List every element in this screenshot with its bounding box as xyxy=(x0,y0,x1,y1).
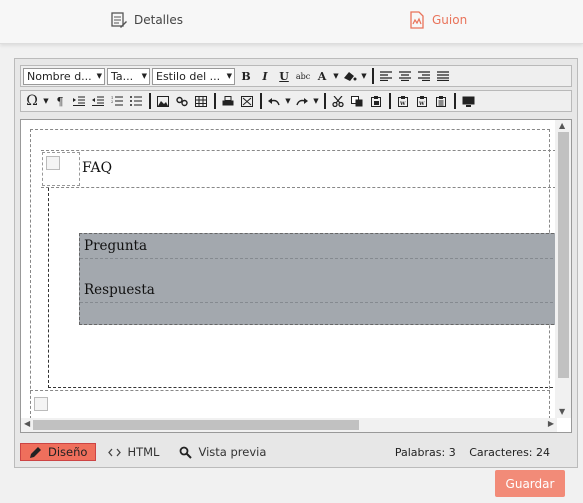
scroll-down-icon[interactable]: ▼ xyxy=(559,407,565,416)
divider xyxy=(80,302,558,303)
rich-text-editor: Nombre d... ▼ Ta... ▼ Estilo del ... ▼ B I … xyxy=(14,58,578,468)
underline-button[interactable]: U xyxy=(275,67,293,85)
special-char-button[interactable]: Ω xyxy=(23,92,41,110)
chevron-down-icon[interactable]: ▼ xyxy=(284,92,292,110)
align-justify-icon[interactable] xyxy=(434,67,452,85)
svg-text:W: W xyxy=(418,101,425,107)
faq-qa-block: Pregunta Respuesta xyxy=(79,233,559,325)
chevron-down-icon: ▼ xyxy=(226,72,232,80)
font-size-select[interactable]: Ta... ▼ xyxy=(107,67,150,85)
chevron-down-icon[interactable]: ▼ xyxy=(360,67,368,85)
tab-detalles[interactable]: Detalles xyxy=(110,11,183,29)
toolbar-row-1: Nombre d... ▼ Ta... ▼ Estilo del ... ▼ B I … xyxy=(20,65,572,87)
tab-detalles-label: Detalles xyxy=(134,13,183,27)
insert-table-icon[interactable] xyxy=(192,92,210,110)
outdent-icon[interactable] xyxy=(89,92,107,110)
copy-icon[interactable] xyxy=(348,92,366,110)
font-size-value: Ta... xyxy=(111,69,134,83)
align-left-icon[interactable] xyxy=(377,67,395,85)
print-icon[interactable] xyxy=(219,92,237,110)
toolbar-separator xyxy=(324,93,326,109)
tab-guion[interactable]: Guion xyxy=(408,11,467,29)
editor-content-area[interactable]: FAQ Pregunta Respuesta ▲ ▼ ◀ ▶ xyxy=(20,119,572,433)
code-icon xyxy=(108,448,122,456)
chevron-down-icon[interactable]: ▼ xyxy=(332,67,340,85)
tab-guion-label: Guion xyxy=(432,13,468,27)
preview-mode-label: Vista previa xyxy=(198,445,267,459)
magnifier-icon xyxy=(180,446,193,459)
toolbar-separator xyxy=(372,68,374,84)
fullscreen-icon[interactable] xyxy=(238,92,256,110)
paste-plain-icon[interactable] xyxy=(432,92,450,110)
toolbar-separator xyxy=(454,93,456,109)
word-count: Palabras: 3 xyxy=(394,446,456,459)
design-mode-label: Diseño xyxy=(48,445,88,459)
toolbar-separator xyxy=(260,93,262,109)
pencil-icon xyxy=(30,446,41,458)
top-tab-bar: Detalles Guion xyxy=(0,0,583,44)
html-mode-label: HTML xyxy=(127,445,160,459)
font-name-value: Nombre d... xyxy=(27,69,92,83)
broken-image-placeholder xyxy=(34,397,48,411)
strikethrough-button[interactable]: abc xyxy=(294,67,312,85)
scroll-right-icon[interactable]: ▶ xyxy=(548,419,554,428)
design-mode-button[interactable]: Diseño xyxy=(20,443,97,461)
undo-icon[interactable] xyxy=(265,92,283,110)
details-doc-icon xyxy=(111,12,127,28)
toolbar-separator xyxy=(149,93,151,109)
chevron-down-icon[interactable]: ▼ xyxy=(42,92,50,110)
broken-image-icon xyxy=(31,394,51,414)
link-icon[interactable] xyxy=(173,92,191,110)
numbered-list-icon[interactable]: 12 xyxy=(108,92,126,110)
redo-icon[interactable] xyxy=(293,92,311,110)
paste-text-icon[interactable]: W xyxy=(413,92,431,110)
divider xyxy=(80,258,558,259)
broken-image-icon xyxy=(42,152,80,186)
preview-mode-button[interactable]: Vista previa xyxy=(171,443,274,461)
script-doc-icon xyxy=(410,11,424,29)
editor-mode-bar: Diseño HTML Vista previa Palabras: 3 Car… xyxy=(20,441,572,463)
preview-monitor-icon[interactable] xyxy=(459,92,477,110)
svg-text:W: W xyxy=(399,101,406,107)
faq-question: Pregunta xyxy=(84,238,148,254)
chevron-down-icon: ▼ xyxy=(96,72,102,80)
align-right-icon[interactable] xyxy=(415,67,433,85)
font-name-select[interactable]: Nombre d... ▼ xyxy=(23,67,105,85)
style-select[interactable]: Estilo del ... ▼ xyxy=(152,67,235,85)
bold-button[interactable]: B xyxy=(237,67,255,85)
indent-icon[interactable] xyxy=(70,92,88,110)
horizontal-scrollbar[interactable]: ◀ ▶ xyxy=(21,418,557,432)
save-button[interactable]: Guardar xyxy=(495,470,565,497)
scrollbar-thumb[interactable] xyxy=(33,420,359,430)
bullet-list-icon[interactable] xyxy=(127,92,145,110)
scrollbar-thumb[interactable] xyxy=(558,132,569,378)
insert-image-icon[interactable] xyxy=(154,92,172,110)
toolbar-row-2: Ω ▼ ¶ 12 ▼ ▼ W W xyxy=(20,90,572,112)
paste-icon[interactable] xyxy=(367,92,385,110)
footer-image-row xyxy=(30,390,550,418)
word-count-status: Palabras: 3 Caracteres: 24 xyxy=(395,446,550,459)
toolbar-separator xyxy=(389,93,391,109)
paste-word-icon[interactable]: W xyxy=(394,92,412,110)
scroll-left-icon[interactable]: ◀ xyxy=(24,419,30,428)
italic-button[interactable]: I xyxy=(256,67,274,85)
chevron-down-icon[interactable]: ▼ xyxy=(312,92,320,110)
cut-icon[interactable] xyxy=(329,92,347,110)
style-value: Estilo del ... xyxy=(156,69,221,83)
faq-answer: Respuesta xyxy=(84,282,155,298)
chevron-down-icon: ▼ xyxy=(141,72,147,80)
html-mode-button[interactable]: HTML xyxy=(100,443,167,461)
svg-text:2: 2 xyxy=(111,100,113,104)
broken-image-placeholder xyxy=(46,156,60,170)
scroll-up-icon[interactable]: ▲ xyxy=(559,121,565,130)
vertical-scrollbar[interactable]: ▲ ▼ xyxy=(555,120,571,418)
char-count: Caracteres: 24 xyxy=(469,446,550,459)
align-center-icon[interactable] xyxy=(396,67,414,85)
faq-title: FAQ xyxy=(82,160,113,176)
toolbar-separator xyxy=(214,93,216,109)
paragraph-button[interactable]: ¶ xyxy=(51,92,69,110)
faq-header-row: FAQ xyxy=(41,150,556,188)
font-color-button[interactable]: A xyxy=(313,67,331,85)
highlight-color-icon[interactable] xyxy=(341,67,359,85)
